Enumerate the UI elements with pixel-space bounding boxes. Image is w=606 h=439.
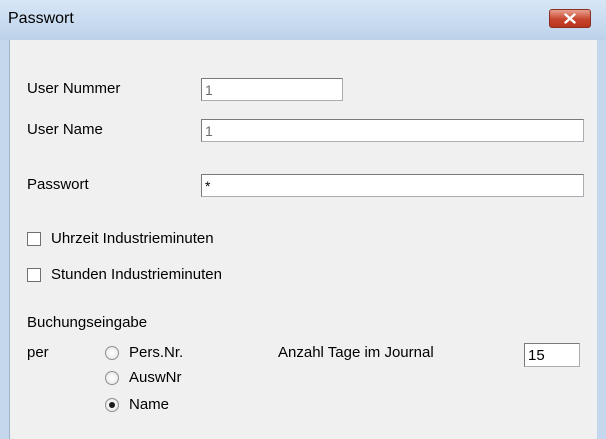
close-button[interactable] <box>549 9 591 28</box>
dialog-content: User Nummer User Name Passwort Uhrzeit I… <box>9 40 597 439</box>
title-bar[interactable]: Passwort <box>0 0 606 40</box>
user-nummer-label: User Nummer <box>27 80 121 97</box>
uhrzeit-label[interactable]: Uhrzeit Industrieminuten <box>51 230 214 247</box>
stunden-label[interactable]: Stunden Industrieminuten <box>51 266 222 283</box>
close-icon <box>564 13 576 24</box>
buchungseingabe-label: Buchungseingabe <box>27 314 148 331</box>
journal-days-label: Anzahl Tage im Journal <box>278 344 434 361</box>
per-label: per <box>27 344 49 361</box>
radio-name-label[interactable]: Name <box>129 396 169 413</box>
passwort-field[interactable] <box>201 174 584 197</box>
passwort-label: Passwort <box>27 176 89 193</box>
user-name-field[interactable] <box>201 119 584 142</box>
radio-pers-nr[interactable] <box>105 346 119 360</box>
window-title: Passwort <box>8 10 74 27</box>
password-dialog: Passwort User Nummer User Name Passwort … <box>0 0 606 439</box>
radio-auswnr-label[interactable]: AuswNr <box>129 369 182 386</box>
radio-name[interactable] <box>105 398 119 412</box>
radio-selected-dot <box>109 402 115 408</box>
radio-pers-nr-label[interactable]: Pers.Nr. <box>129 344 183 361</box>
user-name-label: User Name <box>27 121 103 138</box>
uhrzeit-checkbox[interactable] <box>27 232 41 246</box>
stunden-checkbox[interactable] <box>27 268 41 282</box>
radio-auswnr[interactable] <box>105 371 119 385</box>
journal-days-field[interactable] <box>524 343 580 367</box>
user-nummer-field[interactable] <box>201 78 343 101</box>
